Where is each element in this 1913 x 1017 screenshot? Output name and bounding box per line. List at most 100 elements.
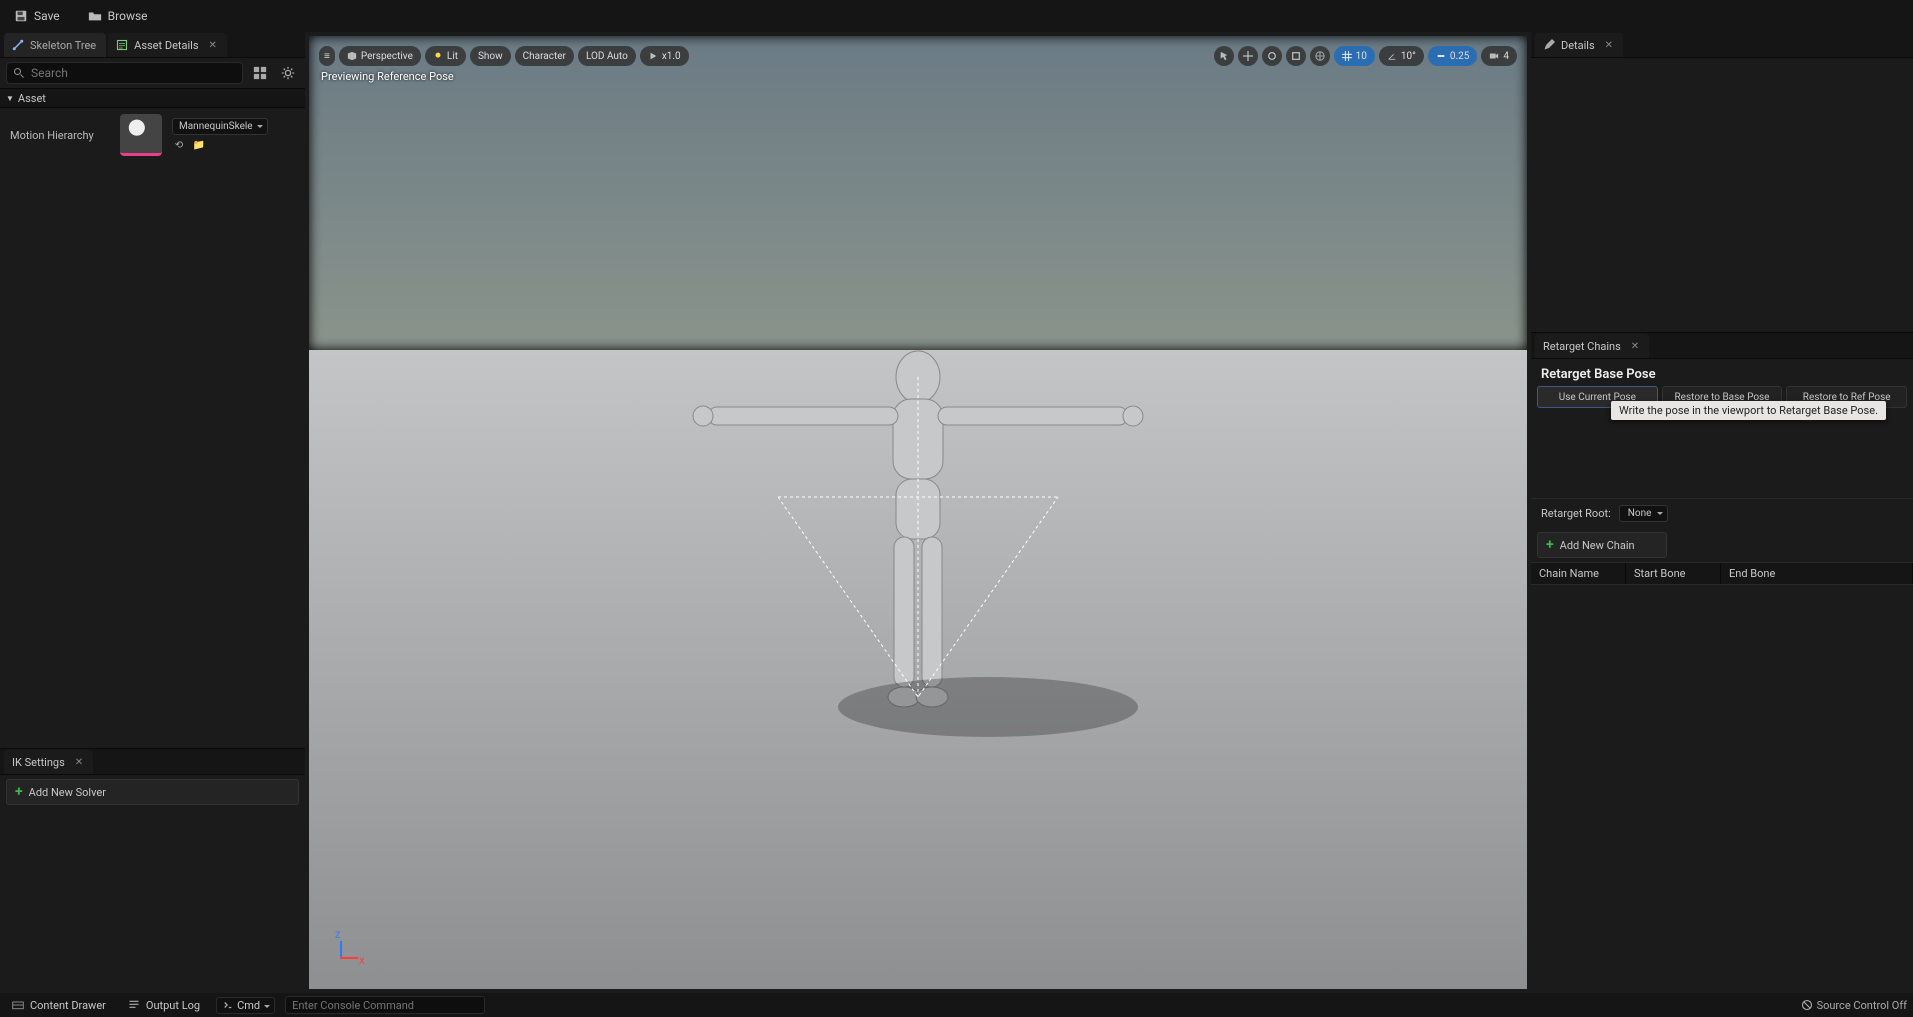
play-icon — [648, 51, 658, 61]
scale-tool[interactable] — [1286, 46, 1306, 66]
browse-button[interactable]: Browse — [82, 5, 154, 27]
use-selected-icon[interactable]: ⟲ — [172, 139, 186, 153]
scale-icon — [1291, 51, 1301, 61]
col-chain-name[interactable]: Chain Name — [1531, 563, 1626, 584]
tab-skeleton-tree-label: Skeleton Tree — [30, 39, 96, 52]
show-label: Show — [478, 51, 503, 62]
show-button[interactable]: Show — [470, 46, 511, 66]
viewport-sky — [309, 36, 1527, 350]
add-new-solver-button[interactable]: + Add New Solver — [6, 779, 299, 805]
output-log-button[interactable]: Output Log — [122, 995, 206, 1016]
mannequin — [658, 337, 1178, 777]
axis-gizmo: Z X — [333, 935, 363, 965]
playback-speed-button[interactable]: x1.0 — [640, 46, 689, 66]
scale-snap-label: 0.25 — [1450, 51, 1470, 62]
tab-ik-settings-label: IK Settings — [12, 756, 65, 769]
close-icon[interactable]: ✕ — [209, 40, 217, 51]
lod-button[interactable]: LOD Auto — [578, 46, 636, 66]
axis-x-label: X — [359, 957, 365, 967]
close-icon[interactable]: ✕ — [75, 757, 83, 768]
section-asset-label: Asset — [18, 92, 46, 105]
content-drawer-button[interactable]: Content Drawer — [6, 995, 112, 1016]
add-new-chain-button[interactable]: + Add New Chain — [1537, 532, 1667, 558]
section-asset[interactable]: ▼ Asset — [0, 88, 305, 108]
select-tool[interactable] — [1214, 46, 1234, 66]
output-log-label: Output Log — [146, 999, 200, 1012]
save-icon — [14, 9, 28, 23]
save-button[interactable]: Save — [8, 5, 66, 27]
menu-icon: ≡ — [324, 51, 330, 62]
tab-ik-settings[interactable]: IK Settings ✕ — [4, 750, 93, 774]
search-input[interactable] — [31, 66, 236, 80]
retarget-base-pose-title: Retarget Base Pose — [1531, 359, 1913, 386]
retarget-root-value: None — [1628, 508, 1652, 519]
camera-speed-label: 4 — [1503, 51, 1509, 62]
motion-hierarchy-label: Motion Hierarchy — [10, 129, 110, 142]
tooltip: Write the pose in the viewport to Retarg… — [1611, 401, 1886, 420]
asset-thumbnail[interactable] — [120, 114, 162, 156]
browse-label: Browse — [108, 9, 148, 23]
retarget-root-label: Retarget Root: — [1541, 507, 1611, 520]
axis-z-label: Z — [335, 931, 340, 941]
cmd-type-label: Cmd — [237, 999, 260, 1012]
close-icon[interactable]: ✕ — [1605, 40, 1613, 51]
scale-snap-button[interactable]: 0.25 — [1428, 46, 1478, 66]
world-local-toggle[interactable] — [1310, 46, 1330, 66]
move-tool[interactable] — [1238, 46, 1258, 66]
grid-icon — [253, 66, 267, 80]
tab-details-label: Details — [1561, 39, 1595, 52]
search-input-wrap[interactable] — [6, 62, 243, 84]
cursor-icon — [1219, 51, 1229, 61]
asset-dropdown-label: MannequinSkele — [179, 121, 253, 132]
col-end-bone[interactable]: End Bone — [1721, 563, 1913, 584]
drawer-icon — [12, 999, 24, 1011]
grid-snap-button[interactable]: 10 — [1334, 46, 1375, 66]
motion-hierarchy-row: Motion Hierarchy MannequinSkele ⟲ 📁 — [0, 108, 305, 162]
asset-dropdown[interactable]: MannequinSkele — [172, 118, 268, 135]
console-command-input[interactable] — [285, 996, 485, 1014]
tab-skeleton-tree[interactable]: Skeleton Tree — [4, 33, 106, 57]
tab-retarget-chains[interactable]: Retarget Chains ✕ — [1535, 334, 1649, 358]
angle-icon — [1387, 51, 1397, 61]
viewport[interactable]: Previewing Reference Pose ≡ Perspective … — [309, 36, 1527, 989]
cube-icon — [347, 51, 357, 61]
character-button[interactable]: Character — [515, 46, 574, 66]
angle-snap-button[interactable]: 10° — [1379, 46, 1424, 66]
viewport-menu-button[interactable]: ≡ — [319, 46, 335, 66]
folder-icon — [88, 9, 102, 23]
settings-button[interactable] — [277, 62, 299, 84]
tab-details[interactable]: Details ✕ — [1535, 33, 1623, 57]
scale-snap-icon — [1436, 51, 1446, 61]
log-icon — [128, 999, 140, 1011]
retarget-root-dropdown[interactable]: None — [1619, 505, 1669, 522]
tab-asset-details[interactable]: Asset Details ✕ — [108, 33, 227, 57]
perspective-button[interactable]: Perspective — [339, 46, 421, 66]
source-control-label: Source Control Off — [1817, 999, 1907, 1012]
tab-asset-details-label: Asset Details — [134, 39, 198, 52]
col-start-bone[interactable]: Start Bone — [1626, 563, 1721, 584]
close-icon[interactable]: ✕ — [1631, 341, 1639, 352]
view-options-button[interactable] — [249, 62, 271, 84]
details-icon — [116, 39, 128, 51]
character-label: Character — [523, 51, 566, 62]
cmd-type-dropdown[interactable]: Cmd — [216, 997, 275, 1014]
add-new-chain-label: Add New Chain — [1560, 539, 1635, 552]
angle-snap-label: 10° — [1401, 51, 1416, 62]
playback-speed-label: x1.0 — [662, 51, 681, 62]
gear-icon — [281, 66, 295, 80]
camera-speed-button[interactable]: 4 — [1481, 46, 1517, 66]
camera-icon — [1489, 51, 1499, 61]
lod-label: LOD Auto — [586, 51, 628, 62]
save-label: Save — [34, 9, 60, 23]
rotate-tool[interactable] — [1262, 46, 1282, 66]
content-drawer-label: Content Drawer — [30, 999, 106, 1012]
source-control-button[interactable]: Source Control Off — [1801, 999, 1907, 1012]
chevron-down-icon: ▼ — [6, 94, 14, 103]
lit-button[interactable]: Lit — [425, 46, 466, 66]
grid-icon — [1342, 51, 1352, 61]
bone-icon — [12, 39, 24, 51]
globe-icon — [1315, 51, 1325, 61]
viewport-overlay-text: Previewing Reference Pose — [321, 70, 454, 83]
browse-to-icon[interactable]: 📁 — [192, 139, 206, 153]
rotate-icon — [1267, 51, 1277, 61]
